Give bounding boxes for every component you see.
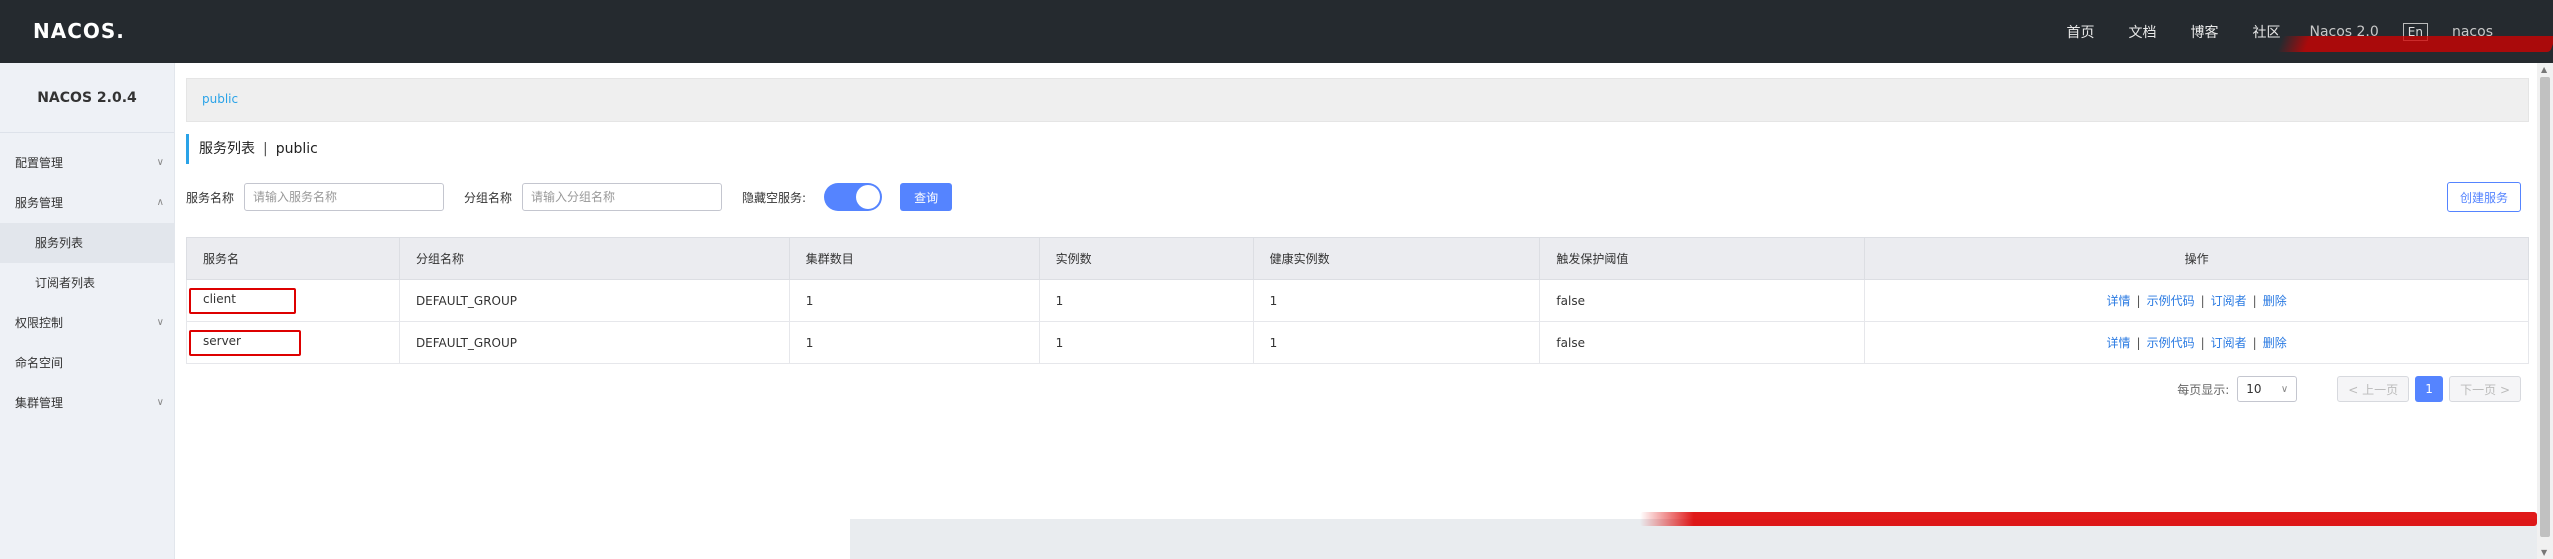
page-title-text: 服务列表 [199,141,255,157]
cell-healthy: 1 [1252,321,1541,364]
op-separator: | [2252,294,2257,308]
cell-clusters: 1 [788,321,1040,364]
hide-empty-label: 隐藏空服务: [742,190,807,205]
service-name-label: 服务名称 [186,190,235,205]
nav-blog[interactable]: 博客 [2173,22,2235,42]
header-cluster-count: 集群数目 [788,237,1040,280]
cell-instances: 1 [1038,321,1254,364]
subscriber-link[interactable]: 订阅者 [2211,336,2247,350]
cell-clusters: 1 [788,279,1040,322]
sidebar-item-service-list[interactable]: 服务列表 [0,223,174,263]
namespace-public[interactable]: public [202,92,238,106]
toggle-knob [856,185,881,209]
title-separator: | [263,141,268,157]
filter-bar: 服务名称 分组名称 隐藏空服务: 查询 [186,182,953,212]
sidebar-item-cluster[interactable]: 集群管理 ∨ [0,383,174,423]
op-separator: | [2200,336,2205,350]
prev-page-button[interactable]: < 上一页 [2337,376,2410,402]
group-name-label: 分组名称 [464,190,513,205]
pagination: 每页显示: 10 ∨ < 上一页 1 下一页 > [2177,376,2521,402]
red-watermark-mark [2277,36,2553,52]
cell-operations: 详情 | 示例代码 | 订阅者 | 删除 [1864,321,2529,364]
query-button[interactable]: 查询 [900,183,953,211]
scroll-up-icon[interactable]: ▲ [2541,65,2547,74]
table-row: server DEFAULT_GROUP 1 1 1 false 详情 | 示例代码… [186,321,2529,364]
cell-service-name: server [186,321,400,364]
chevron-down-icon: ∨ [156,397,164,408]
sidebar-item-config[interactable]: 配置管理 ∨ [0,143,174,183]
sidebar-item-subscribers[interactable]: 订阅者列表 [0,263,174,303]
page-title-namespace: public [275,141,318,157]
page-title: 服务列表 | public [186,134,318,164]
cell-threshold: false [1539,279,1866,322]
header-operations: 操作 [1864,237,2529,280]
table-header-row: 服务名 分组名称 集群数目 实例数 健康实例数 触发保护阈值 操作 [186,237,2529,280]
page-number-1[interactable]: 1 [2415,376,2444,402]
op-separator: | [2200,294,2205,308]
cell-healthy: 1 [1252,279,1541,322]
sidebar-item-namespace[interactable]: 命名空间 [0,343,174,383]
header-healthy-count: 健康实例数 [1252,237,1541,280]
nav-docs[interactable]: 文档 [2111,22,2173,42]
red-watermark-text [1640,512,2537,526]
op-separator: | [2136,336,2141,350]
sidebar: NACOS 2.0.4 配置管理 ∨ 服务管理 ∧ 服务列表 订阅者列表 权限控… [0,63,175,559]
scroll-down-icon[interactable]: ▼ [2541,548,2547,557]
table-row: client DEFAULT_GROUP 1 1 1 false 详情 | 示例代码… [186,279,2529,322]
page-size-value: 10 [2246,382,2262,396]
chevron-up-icon: ∧ [156,197,164,208]
header-instance-count: 实例数 [1038,237,1254,280]
page-size-label: 每页显示: [2177,382,2230,397]
header-threshold: 触发保护阈值 [1539,237,1866,280]
sidebar-item-label: 配置管理 [15,156,64,170]
nav-home[interactable]: 首页 [2049,22,2111,42]
service-table: 服务名 分组名称 集群数目 实例数 健康实例数 触发保护阈值 操作 client… [186,237,2529,364]
sidebar-item-label: 权限控制 [15,316,64,330]
main-content: public 服务列表 | public 服务名称 分组名称 隐藏空服务: 查询 创… [176,63,2537,559]
sample-code-link[interactable]: 示例代码 [2147,294,2195,308]
sidebar-item-service[interactable]: 服务管理 ∧ [0,183,174,223]
chevron-down-icon: ∨ [156,317,164,328]
header-service-name: 服务名 [186,237,400,280]
detail-link[interactable]: 详情 [2107,336,2131,350]
hide-empty-toggle[interactable] [824,183,883,211]
service-name-input[interactable] [244,183,445,211]
chevron-down-icon: ∨ [156,157,164,168]
delete-link[interactable]: 删除 [2263,336,2287,350]
sidebar-item-label: 集群管理 [15,396,64,410]
delete-link[interactable]: 删除 [2263,294,2287,308]
group-name-input[interactable] [522,183,723,211]
op-separator: | [2136,294,2141,308]
page-size-select[interactable]: 10 ∨ [2237,376,2298,402]
sidebar-item-auth[interactable]: 权限控制 ∨ [0,303,174,343]
sidebar-item-label: 命名空间 [15,356,64,370]
chevron-down-icon: ∨ [2280,383,2289,395]
sidebar-version: NACOS 2.0.4 [0,63,174,133]
nacos-logo[interactable]: NACOS. [33,19,125,43]
service-name-highlight: server [189,329,301,356]
vertical-scrollbar[interactable]: ▲ ▼ [2537,63,2553,559]
top-navbar: NACOS. 首页 文档 博客 社区 Nacos 2.0 En nacos [0,0,2553,63]
next-page-button[interactable]: 下一页 > [2449,376,2521,402]
scrollbar-thumb[interactable] [2540,77,2550,537]
cell-group: DEFAULT_GROUP [398,279,790,322]
cell-operations: 详情 | 示例代码 | 订阅者 | 删除 [1864,279,2529,322]
cell-service-name: client [186,279,400,322]
top-nav: 首页 文档 博客 社区 Nacos 2.0 En nacos [2049,0,2553,63]
subscriber-link[interactable]: 订阅者 [2211,294,2247,308]
cell-instances: 1 [1038,279,1254,322]
header-group-name: 分组名称 [398,237,790,280]
detail-link[interactable]: 详情 [2107,294,2131,308]
sidebar-item-label: 服务管理 [15,196,64,210]
cell-group: DEFAULT_GROUP [398,321,790,364]
sample-code-link[interactable]: 示例代码 [2147,336,2195,350]
namespace-bar: public [186,78,2529,122]
service-name-highlight: client [189,287,296,314]
op-separator: | [2252,336,2257,350]
create-service-button[interactable]: 创建服务 [2446,182,2521,212]
cell-threshold: false [1539,321,1866,364]
